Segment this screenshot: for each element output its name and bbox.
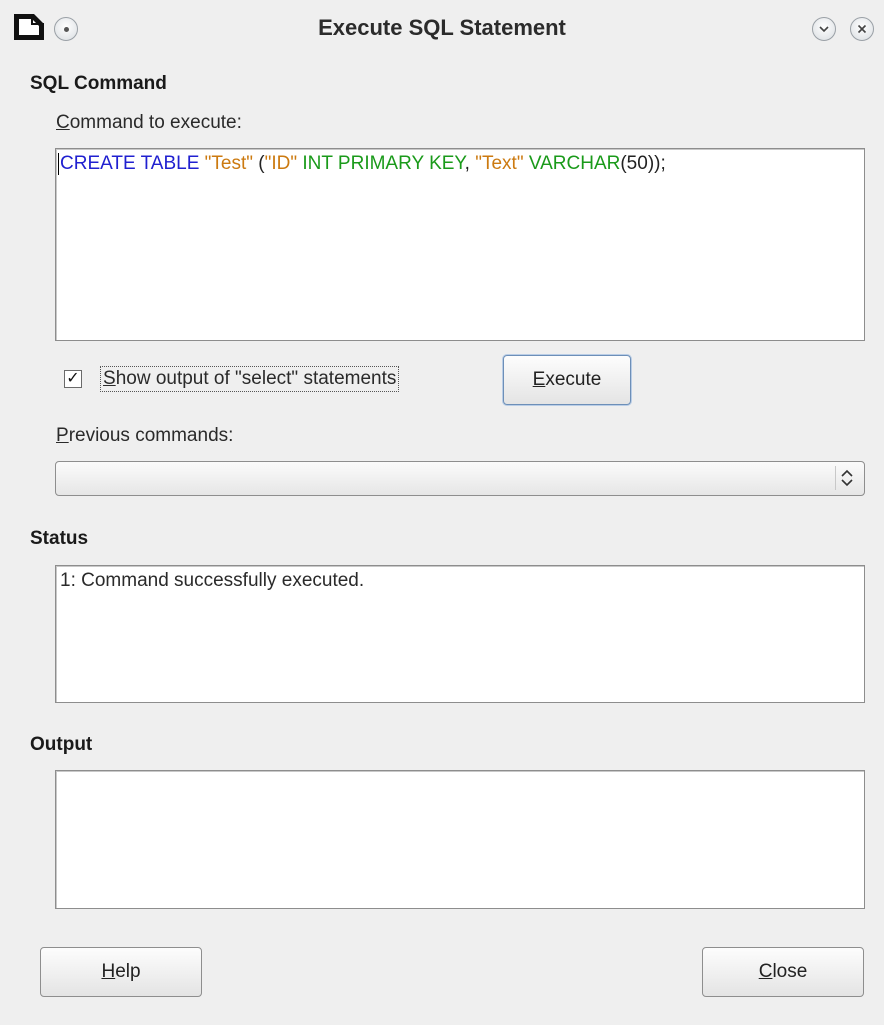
checkmark-icon: ✓ — [66, 370, 80, 387]
show-output-checkbox[interactable]: ✓ — [64, 370, 82, 388]
sql-command-text: CREATE TABLE "Test" ("ID" INT PRIMARY KE… — [60, 153, 666, 175]
window-title: Execute SQL Statement — [318, 15, 566, 40]
title-bar: Execute SQL Statement — [0, 0, 884, 58]
status-text: 1: Command successfully executed. — [60, 570, 365, 591]
execute-button[interactable]: Execute — [503, 355, 631, 405]
sql-token: "Text" — [475, 153, 524, 174]
output-textbox[interactable] — [55, 770, 865, 909]
sql-token: VARCHAR — [523, 153, 621, 174]
previous-commands-select[interactable] — [55, 461, 865, 496]
minimize-button[interactable] — [812, 17, 836, 41]
chevron-down-icon — [819, 26, 829, 33]
text-caret — [58, 153, 59, 175]
previous-commands-label: Previous commands: — [56, 425, 234, 446]
sql-token: "ID" — [264, 153, 298, 174]
sql-token: (50)); — [620, 153, 666, 174]
command-to-execute-label: Command to execute: — [56, 112, 242, 133]
sql-command-input[interactable]: CREATE TABLE "Test" ("ID" INT PRIMARY KE… — [55, 148, 865, 341]
sql-token: INT PRIMARY KEY — [297, 153, 465, 174]
up-down-arrows-icon — [835, 466, 853, 490]
sql-token: ( — [253, 153, 265, 174]
close-window-button[interactable] — [850, 17, 874, 41]
sql-token: "Test" — [204, 153, 253, 174]
status-heading: Status — [30, 528, 89, 549]
close-icon — [857, 24, 867, 34]
status-textbox[interactable]: 1: Command successfully executed. — [55, 565, 865, 703]
close-button[interactable]: Close — [702, 947, 864, 997]
help-button[interactable]: Help — [40, 947, 202, 997]
sql-command-heading: SQL Command — [30, 73, 167, 94]
sql-token: , — [464, 153, 476, 174]
output-heading: Output — [30, 734, 93, 755]
show-output-label[interactable]: Show output of "select" statements — [100, 366, 400, 392]
sql-token: CREATE TABLE — [60, 153, 205, 174]
